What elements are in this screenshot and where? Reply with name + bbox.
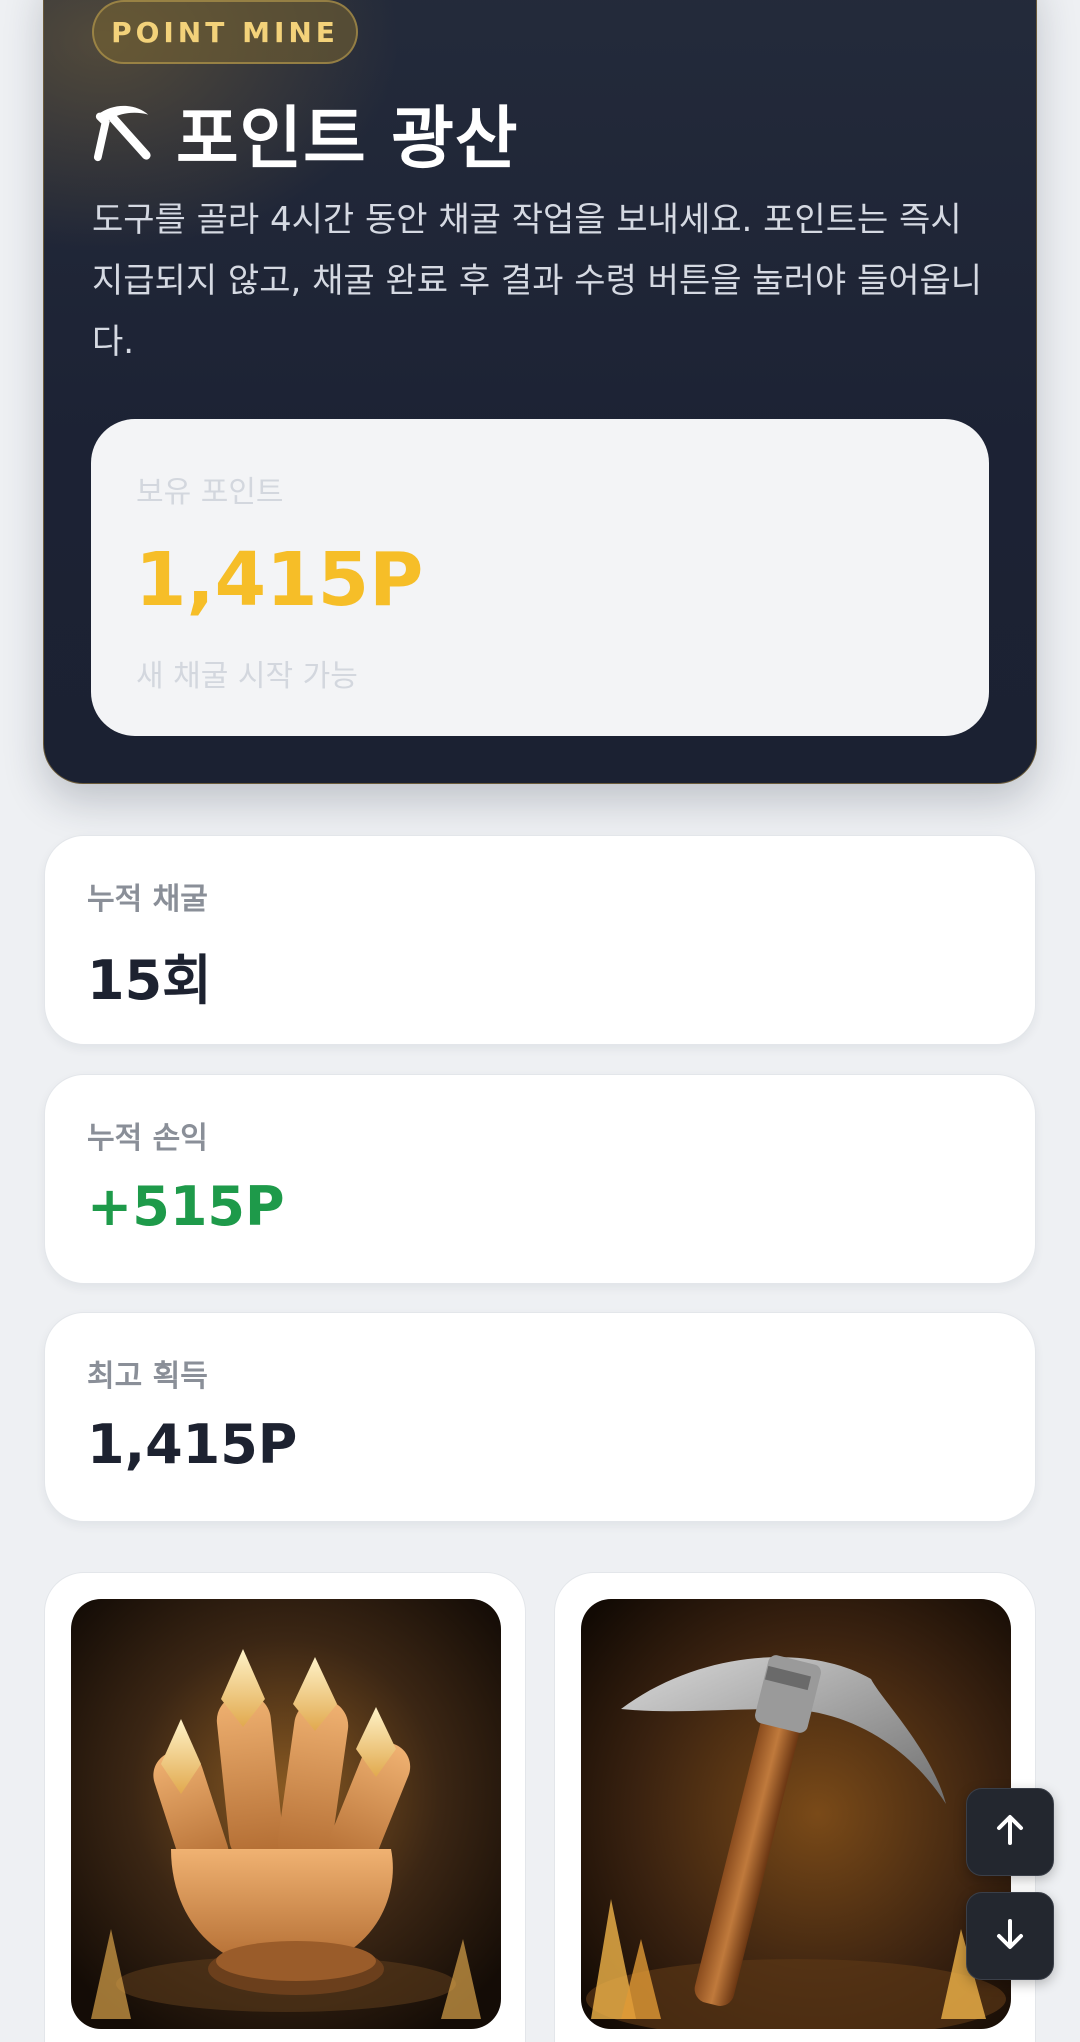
arrow-down-icon xyxy=(990,1914,1030,1958)
pickaxe-image xyxy=(581,1599,1011,2029)
stat-value: 1,415P xyxy=(87,1413,298,1476)
balance-value: 1,415P xyxy=(135,537,424,623)
stat-label: 최고 획득 xyxy=(87,1359,208,1394)
balance-label: 보유 포인트 xyxy=(136,475,284,510)
stat-value: +515P xyxy=(87,1175,285,1238)
pickaxe-icon xyxy=(92,101,154,163)
tool-card-pickaxe[interactable] xyxy=(554,1572,1036,2042)
tool-card-glove[interactable] xyxy=(44,1572,526,2042)
scroll-down-button[interactable] xyxy=(966,1892,1054,1980)
page-title: 포인트 광산 xyxy=(176,99,519,179)
point-mine-badge: POINT MINE xyxy=(92,0,358,64)
stat-card-total-mining: 누적 채굴 15회 xyxy=(44,835,1036,1045)
stat-label: 누적 손익 xyxy=(87,1121,208,1156)
balance-card: 보유 포인트 1,415P 새 채굴 시작 가능 xyxy=(91,419,989,736)
crystal-glove-image xyxy=(71,1599,501,2029)
stat-card-total-profit: 누적 손익 +515P xyxy=(44,1074,1036,1284)
scroll-up-button[interactable] xyxy=(966,1788,1054,1876)
stat-card-best-gain: 최고 획득 1,415P xyxy=(44,1312,1036,1522)
balance-status: 새 채굴 시작 가능 xyxy=(136,659,358,694)
stat-value: 15회 xyxy=(87,949,212,1012)
stat-label: 누적 채굴 xyxy=(87,882,208,917)
page-title-row: 포인트 광산 xyxy=(92,92,518,179)
hero-description: 도구를 골라 4시간 동안 채굴 작업을 보내세요. 포인트는 즉시 지급되지 … xyxy=(92,200,983,362)
arrow-up-icon xyxy=(990,1810,1030,1854)
page: POINT MINE 포인트 광산 도구를 골라 4시간 동안 채굴 작업을 보… xyxy=(0,0,1080,2042)
